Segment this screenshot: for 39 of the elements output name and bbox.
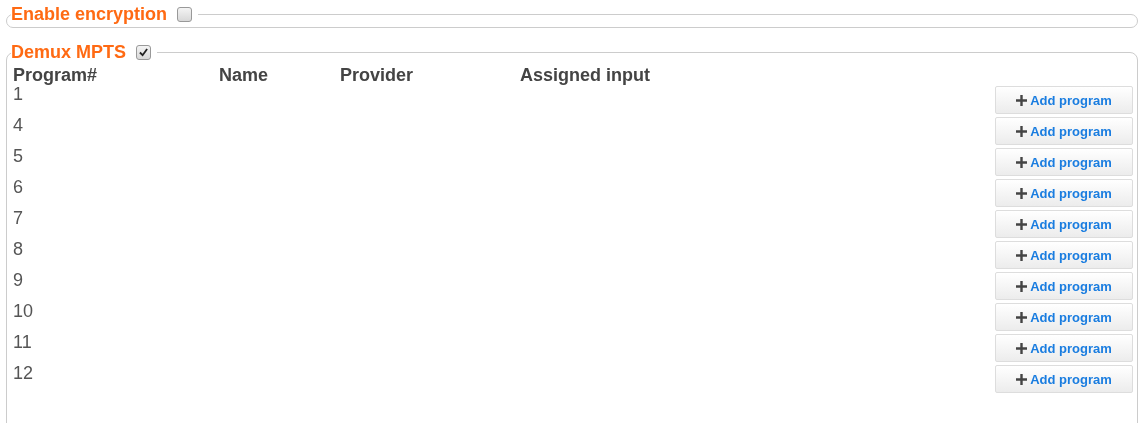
program-number: 1	[13, 84, 23, 105]
plus-icon	[1016, 125, 1028, 137]
add-program-button[interactable]: Add program	[995, 303, 1133, 331]
program-number: 12	[13, 363, 35, 384]
plus-icon	[1016, 373, 1028, 385]
section-title: Demux MPTS	[11, 42, 127, 63]
checkbox[interactable]	[177, 7, 193, 22]
checkbox[interactable]	[136, 45, 152, 60]
plus-icon	[1016, 342, 1028, 354]
plus-icon	[1016, 94, 1028, 106]
add-program-button[interactable]: Add program	[995, 86, 1133, 114]
add-program-button[interactable]: Add program	[995, 210, 1133, 238]
add-program-button[interactable]: Add program	[995, 117, 1133, 145]
program-number: 11	[13, 332, 33, 353]
add-program-button[interactable]: Add program	[995, 148, 1133, 176]
section-title: Enable encryption	[11, 4, 168, 25]
plus-icon	[1016, 156, 1028, 168]
program-number: 7	[13, 208, 24, 229]
plus-icon	[1016, 218, 1028, 230]
program-number: 8	[13, 239, 24, 260]
program-number: 5	[13, 146, 24, 167]
add-program-button[interactable]: Add program	[995, 241, 1133, 269]
column-header: Assigned input	[520, 64, 651, 86]
program-number: 9	[13, 270, 24, 291]
plus-icon	[1016, 280, 1028, 292]
program-number: 4	[13, 115, 24, 136]
column-header: Program#	[13, 64, 99, 86]
plus-icon	[1016, 311, 1028, 323]
plus-icon	[1016, 249, 1028, 261]
program-number: 10	[13, 301, 35, 322]
column-header: Name	[219, 64, 270, 86]
add-program-button[interactable]: Add program	[995, 272, 1133, 300]
program-number: 6	[13, 177, 24, 198]
add-program-button[interactable]: Add program	[995, 179, 1133, 207]
check-icon	[139, 48, 149, 57]
add-program-button[interactable]: Add program	[995, 334, 1133, 362]
plus-icon	[1016, 187, 1028, 199]
add-program-button[interactable]: Add program	[995, 365, 1133, 393]
column-header: Provider	[340, 64, 415, 86]
